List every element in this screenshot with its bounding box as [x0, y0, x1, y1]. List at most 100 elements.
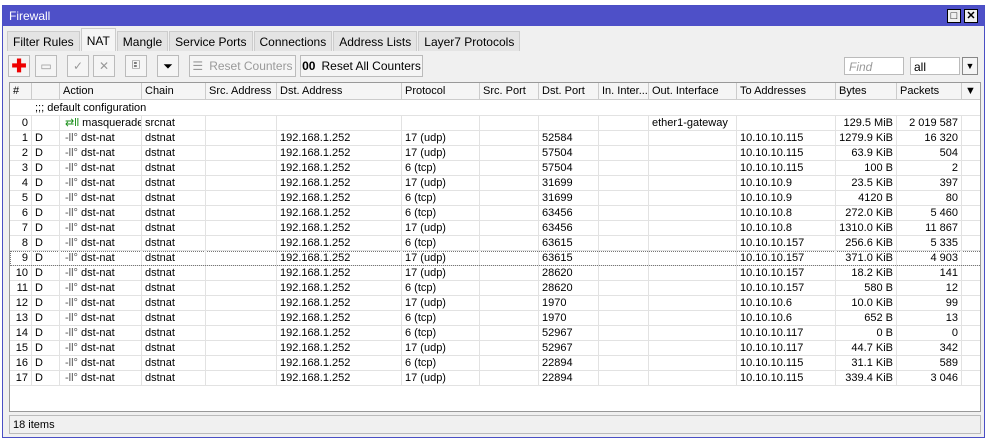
action-label: dst-nat [81, 267, 115, 279]
cell-inif [599, 161, 649, 175]
table-row[interactable]: 4 D -ll° dst-nat dstnat 192.168.1.252 17 (udp… [10, 176, 980, 191]
cell-proto: 17 (udp) [402, 341, 480, 355]
cell-action: -ll° dst-nat [60, 251, 142, 265]
tab-filter-rules[interactable]: Filter Rules [7, 31, 80, 51]
cell-packets: 141 [897, 266, 962, 280]
table-row[interactable]: 0 ⇄ll masquerade srcnat ether1-gateway 129.5… [10, 116, 980, 131]
nat-rules-table: # Action Chain Src. Address Dst. Address Prot… [9, 82, 981, 412]
column-header[interactable] [32, 83, 60, 99]
cell-n: 3 [10, 161, 32, 175]
masquerade-icon: ⇄ll [65, 117, 83, 129]
cell-chain: dstnat [142, 131, 206, 145]
cell-n: 13 [10, 311, 32, 325]
window-title: Firewall [9, 9, 51, 23]
column-header[interactable]: Chain [142, 83, 206, 99]
column-header[interactable]: Src. Port [480, 83, 539, 99]
table-row[interactable]: 12 D -ll° dst-nat dstnat 192.168.1.252 17 (ud… [10, 296, 980, 311]
filter-button[interactable]: ⏷ [157, 55, 179, 77]
cell-bytes: 580 B [836, 281, 897, 295]
disable-button[interactable]: ✕ [93, 55, 115, 77]
table-row[interactable]: 11 D -ll° dst-nat dstnat 192.168.1.252 6 (tcp… [10, 281, 980, 296]
dst-nat-icon: -ll° [65, 147, 82, 159]
tab-mangle[interactable]: Mangle [116, 31, 169, 51]
remove-button[interactable]: ▭ [35, 55, 57, 77]
table-row[interactable]: 8 D -ll° dst-nat dstnat 192.168.1.252 6 (tcp)… [10, 236, 980, 251]
action-label: dst-nat [81, 237, 115, 249]
cell-chain: dstnat [142, 371, 206, 385]
column-header[interactable]: Src. Address [206, 83, 277, 99]
column-menu-icon[interactable]: ▼ [962, 83, 980, 99]
column-header[interactable]: Action [60, 83, 142, 99]
cell-outif [649, 176, 737, 190]
cell-sport [480, 221, 539, 235]
cell-src [206, 191, 277, 205]
column-header[interactable]: Packets [897, 83, 962, 99]
cell-outif: ether1-gateway [649, 116, 737, 130]
cell-action: ⇄ll masquerade [60, 116, 142, 130]
table-row[interactable]: 2 D -ll° dst-nat dstnat 192.168.1.252 17 (udp… [10, 146, 980, 161]
find-input[interactable]: Find [844, 57, 904, 75]
tab-service-ports[interactable]: Service Ports [169, 31, 253, 51]
enable-button[interactable]: ✓ [67, 55, 89, 77]
cell-bytes: 4120 B [836, 191, 897, 205]
cell-proto: 6 (tcp) [402, 356, 480, 370]
column-header[interactable]: To Addresses [737, 83, 836, 99]
tab-layer7-protocols[interactable]: Layer7 Protocols [418, 31, 521, 51]
cell-dst: 192.168.1.252 [277, 251, 402, 265]
cell-outif [649, 161, 737, 175]
table-row[interactable]: 6 D -ll° dst-nat dstnat 192.168.1.252 6 (tcp)… [10, 206, 980, 221]
tab-address-lists[interactable]: Address Lists [333, 31, 418, 51]
comment-row[interactable]: ;;; default configuration [10, 101, 980, 116]
cell-dst: 192.168.1.252 [277, 146, 402, 160]
column-header[interactable]: Protocol [402, 83, 480, 99]
table-row[interactable]: 10 D -ll° dst-nat dstnat 192.168.1.252 17 (ud… [10, 266, 980, 281]
cell-dst: 192.168.1.252 [277, 236, 402, 250]
column-header[interactable]: In. Inter... [599, 83, 649, 99]
table-row[interactable]: 16 D -ll° dst-nat dstnat 192.168.1.252 6 (tcp… [10, 356, 980, 371]
action-label: dst-nat [81, 252, 115, 264]
cell-chain: dstnat [142, 206, 206, 220]
table-row[interactable]: 5 D -ll° dst-nat dstnat 192.168.1.252 6 (tcp)… [10, 191, 980, 206]
column-header[interactable]: # [10, 83, 32, 99]
column-header[interactable]: Dst. Address [277, 83, 402, 99]
cell-to: 10.10.10.8 [737, 221, 836, 235]
column-header[interactable]: Bytes [836, 83, 897, 99]
cell-action: -ll° dst-nat [60, 206, 142, 220]
comment-button[interactable]: 🗉 [125, 55, 147, 77]
cell-chain: dstnat [142, 326, 206, 340]
cell-packets: 13 [897, 311, 962, 325]
cell-inif [599, 206, 649, 220]
cell-bytes: 256.6 KiB [836, 236, 897, 250]
table-row[interactable]: 14 D -ll° dst-nat dstnat 192.168.1.252 6 (tcp… [10, 326, 980, 341]
column-header[interactable]: Dst. Port [539, 83, 599, 99]
cell-outif [649, 266, 737, 280]
list-icon: ☰ [192, 59, 204, 73]
maximize-button[interactable]: □ [947, 9, 961, 23]
table-row[interactable]: 9 D -ll° dst-nat dstnat 192.168.1.252 17 (udp… [10, 251, 980, 266]
tab-nat[interactable]: NAT [80, 28, 116, 51]
add-button[interactable]: ✚ [8, 55, 30, 77]
reset-all-counters-button[interactable]: 00 Reset All Counters [300, 55, 423, 77]
dropdown-button[interactable]: ▼ [962, 57, 978, 75]
dst-nat-icon: -ll° [65, 372, 82, 384]
close-button[interactable]: ✕ [964, 9, 978, 23]
column-header[interactable]: Out. Interface [649, 83, 737, 99]
cell-bytes: 652 B [836, 311, 897, 325]
table-row[interactable]: 1 D -ll° dst-nat dstnat 192.168.1.252 17 (udp… [10, 131, 980, 146]
table-row[interactable]: 7 D -ll° dst-nat dstnat 192.168.1.252 17 (udp… [10, 221, 980, 236]
table-row[interactable]: 17 D -ll° dst-nat dstnat 192.168.1.252 17 (ud… [10, 371, 980, 386]
cell-action: -ll° dst-nat [60, 326, 142, 340]
table-row[interactable]: 15 D -ll° dst-nat dstnat 192.168.1.252 17 (ud… [10, 341, 980, 356]
table-row[interactable]: 13 D -ll° dst-nat dstnat 192.168.1.252 6 (tcp… [10, 311, 980, 326]
dst-nat-icon: -ll° [65, 162, 82, 174]
cell-dport: 1970 [539, 311, 599, 325]
cell-flag [32, 116, 60, 130]
action-label: dst-nat [81, 297, 115, 309]
reset-counters-button[interactable]: ☰ Reset Counters [189, 55, 296, 77]
cell-dport: 63615 [539, 236, 599, 250]
table-row[interactable]: 3 D -ll° dst-nat dstnat 192.168.1.252 6 (tcp)… [10, 161, 980, 176]
tab-connections[interactable]: Connections [253, 31, 333, 51]
filter-select[interactable]: all [910, 57, 960, 75]
cell-bytes: 1279.9 KiB [836, 131, 897, 145]
cell-n: 4 [10, 176, 32, 190]
